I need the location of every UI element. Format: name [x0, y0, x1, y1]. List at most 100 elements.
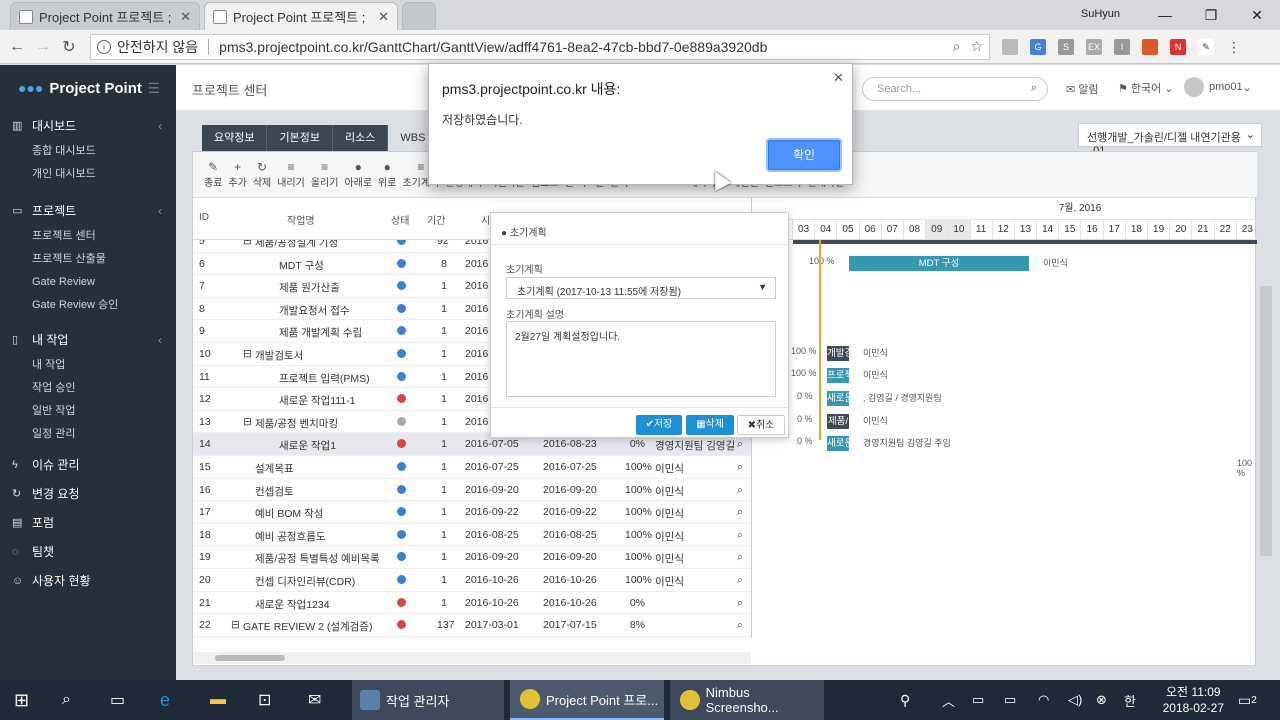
forward-arrow-icon[interactable]: →	[30, 38, 56, 56]
table-row[interactable]: 17 예비 BOM 작성 1 2016-09-22 2016-09-22 100% 이민식 ⌕	[193, 501, 751, 524]
sidebar-item[interactable]: 프로젝트 센터	[0, 225, 176, 248]
toolbar-button[interactable]: ≡ 내리기	[274, 152, 308, 197]
new-tab-button[interactable]	[402, 2, 436, 30]
zoom-icon[interactable]: ⌕	[953, 38, 961, 55]
sidebar-section-users[interactable]: ☺ 사용자 현황	[0, 566, 176, 595]
table-row[interactable]: 16 컨셉검토 1 2016-09-20 2016-09-20 100% 이민식 ⌕	[193, 479, 751, 502]
gantt-bar[interactable]: 새로운	[827, 436, 849, 451]
language-select[interactable]: ⚑ 한국어 ⌄	[1118, 80, 1174, 96]
ime-indicator[interactable]: 한	[1124, 680, 1136, 720]
gantt-summary-bar[interactable]	[793, 240, 1257, 244]
office-icon[interactable]	[1142, 38, 1158, 55]
row-search-icon[interactable]: ⌕	[737, 619, 743, 632]
row-search-icon[interactable]: ⌕	[737, 529, 743, 542]
sidebar-item[interactable]: 작업 승인	[0, 377, 176, 400]
sidebar-section-issues[interactable]: ϟ 이슈 관리	[0, 450, 176, 479]
toolbar-button[interactable]: ● 아래로	[341, 152, 375, 197]
close-tab-icon[interactable]: ✕	[180, 9, 191, 25]
file-explorer-icon[interactable]: ▬	[210, 680, 226, 720]
search-icon[interactable]: ⌕	[62, 680, 71, 720]
close-icon[interactable]: ✕	[833, 70, 844, 86]
tree-toggle-icon[interactable]: ⊟	[243, 240, 252, 247]
gantt-bar[interactable]: MDT 구성	[849, 256, 1029, 271]
people-icon[interactable]: ⚲	[900, 680, 910, 720]
tree-toggle-icon[interactable]: ⊟	[231, 619, 240, 631]
taskbar-app-chrome[interactable]: Project Point 프로...	[510, 680, 664, 720]
close-tab-icon[interactable]: ✕	[378, 9, 389, 25]
table-row[interactable]: 20 컨셉 디자인리뷰(CDR) 1 2016-10-26 2016-10-26 100%…	[193, 569, 751, 592]
table-row[interactable]: 21 새로운 작업1234 1 2016-10-26 2016-10-26 0% ⌕	[193, 592, 751, 615]
toolbar-button[interactable]: + 추가	[225, 152, 249, 197]
gantt-bar[interactable]: 제품/	[827, 414, 849, 429]
system-clock[interactable]: 오전 11:09 2018-02-27	[1163, 684, 1224, 716]
gantt-bar[interactable]: 새로운	[827, 391, 849, 406]
plan-select[interactable]: 초기계획 (2017-10-13 11:55에 저장됨) ▼	[506, 277, 776, 299]
extension-i-icon[interactable]: I	[1114, 38, 1130, 55]
volume-icon[interactable]: ◁)	[1068, 680, 1082, 720]
extension-n-icon[interactable]: N	[1170, 38, 1186, 55]
row-search-icon[interactable]: ⌕	[737, 551, 743, 564]
scroll-thumb[interactable]	[215, 655, 285, 661]
sidebar-section-project[interactable]: ▭ 프로젝트 ‹	[0, 196, 176, 225]
minimize-icon[interactable]: —	[1142, 7, 1188, 23]
taskbar-app-nimbus[interactable]: Nimbus Screensho...	[670, 680, 824, 720]
extension-ex-icon[interactable]: EX	[1086, 38, 1102, 55]
toolbar-button[interactable]: ● 위로	[375, 152, 399, 197]
extension-pen-icon[interactable]: ✎	[1198, 38, 1214, 55]
url-text[interactable]: pms3.projectpoint.co.kr/GanttChart/Gantt…	[219, 39, 942, 55]
row-search-icon[interactable]: ⌕	[737, 484, 743, 497]
toolbar-button[interactable]: ≡ 올리기	[308, 152, 342, 197]
windows-start-icon[interactable]: ⊞	[14, 680, 29, 720]
translate-icon[interactable]: G	[1030, 38, 1046, 55]
extension-icon[interactable]	[1002, 38, 1018, 55]
info-icon[interactable]: i	[97, 39, 111, 54]
tree-toggle-icon[interactable]: ⊟	[243, 348, 252, 360]
reload-icon[interactable]: ↻	[56, 37, 82, 57]
error-icon[interactable]: ⊗	[1096, 680, 1107, 720]
table-row[interactable]: 18 예비 공정흐름도 1 2016-08-25 2016-08-25 100% 이민식 ⌕	[193, 524, 751, 547]
row-search-icon[interactable]: ⌕	[737, 597, 743, 610]
tab-basic[interactable]: 기본정보	[267, 125, 333, 151]
save-button[interactable]: ✔저장	[636, 415, 682, 435]
sidebar-item[interactable]: 프로젝트 산출물	[0, 248, 176, 271]
chrome-profile-name[interactable]: SuHyun	[1081, 8, 1120, 20]
omnibox[interactable]: i 안전하지 않음 pms3.projectpoint.co.kr/GanttC…	[90, 33, 990, 60]
wifi-icon[interactable]: ◠	[1038, 680, 1049, 720]
sidebar-item[interactable]: Gate Review	[0, 271, 176, 294]
sidebar-item[interactable]: 내 작업	[0, 354, 176, 377]
taskbar-app-task-manager[interactable]: 작업 관리자	[352, 680, 504, 720]
sidebar-section-teamchat[interactable]: ◌ 팀챗	[0, 537, 176, 566]
toolbar-button[interactable]: ↻ 삭제	[250, 152, 274, 197]
mail-icon[interactable]: ✉	[308, 680, 321, 720]
horizontal-scrollbar[interactable]	[193, 652, 751, 664]
hamburger-menu-icon[interactable]: ☰	[147, 80, 160, 97]
sidebar-item[interactable]: 종합 대시보드	[0, 140, 176, 163]
close-window-icon[interactable]: ✕	[1234, 7, 1280, 24]
vertical-scrollbar[interactable]	[1260, 286, 1272, 556]
tab-resource[interactable]: 리소스	[332, 125, 389, 151]
sidebar-section-change-request[interactable]: ↻ 변경 요청	[0, 479, 176, 508]
bookmark-star-icon[interactable]: ☆	[970, 38, 983, 55]
row-search-icon[interactable]: ⌕	[737, 574, 743, 587]
restore-icon[interactable]: ❐	[1188, 7, 1234, 24]
row-search-icon[interactable]: ⌕	[737, 506, 743, 519]
alarm-link[interactable]: ✉ 알림	[1066, 81, 1099, 97]
search-icon[interactable]: ⌕	[1031, 82, 1037, 95]
chevron-up-icon[interactable]: ︿	[942, 680, 955, 720]
tab-summary[interactable]: 요약정보	[202, 125, 268, 151]
sidebar-section-forum[interactable]: ▤ 포럼	[0, 508, 176, 537]
row-search-icon[interactable]: ⌕	[737, 461, 743, 474]
delete-button[interactable]: ▦삭제	[686, 415, 734, 435]
extension-s-icon[interactable]: S	[1058, 38, 1074, 55]
sidebar-item[interactable]: 일반 작업	[0, 400, 176, 423]
sidebar-item[interactable]: Gate Review 승인	[0, 294, 176, 317]
edge-icon[interactable]: e	[160, 680, 170, 720]
table-row[interactable]: 15 설계목표 1 2016-07-25 2016-07-25 100% 이민식 ⌕	[193, 456, 751, 479]
battery-icon[interactable]: ▭	[1004, 680, 1016, 720]
back-arrow-icon[interactable]: ←	[4, 38, 30, 56]
gantt-bar[interactable]: 개발검	[827, 346, 849, 361]
browser-tab[interactable]: Project Point 프로젝트 ; ✕	[10, 2, 200, 30]
row-search-icon[interactable]: ⌕	[737, 438, 743, 451]
ok-button[interactable]: 확인	[768, 140, 840, 170]
cancel-button[interactable]: ✖취소	[737, 415, 785, 435]
